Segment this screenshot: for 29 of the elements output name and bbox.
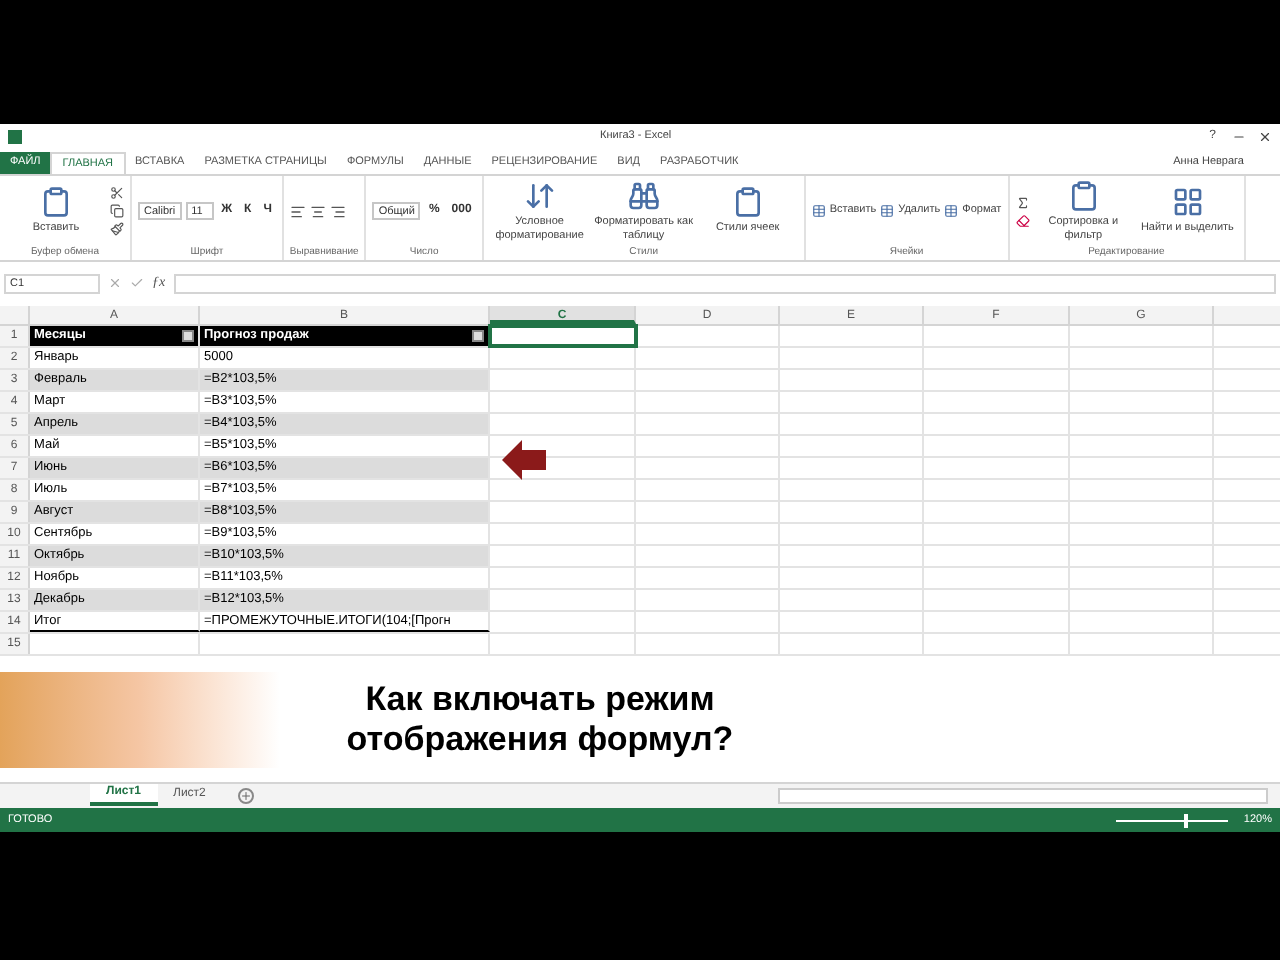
table-icon <box>880 204 895 218</box>
ribbon-button-icon <box>731 186 764 218</box>
align-center-icon[interactable] <box>309 203 326 219</box>
filter-dropdown-icon[interactable] <box>182 330 194 342</box>
align-right-icon[interactable] <box>329 203 346 219</box>
selected-cell[interactable] <box>490 326 636 346</box>
scissors-icon[interactable] <box>110 186 124 200</box>
horizontal-scrollbar[interactable] <box>778 788 1268 804</box>
filter-dropdown-icon[interactable] <box>472 330 484 342</box>
formula-field[interactable] <box>173 273 1276 293</box>
app-logo-icon <box>8 129 22 143</box>
check-icon[interactable] <box>130 276 144 290</box>
caption-text: Как включать режим отображения формул? <box>344 679 736 759</box>
align-left-icon[interactable] <box>289 203 306 219</box>
close-icon[interactable] <box>1258 129 1272 143</box>
paintbrush-icon[interactable] <box>110 222 124 236</box>
table-icon <box>944 204 959 218</box>
table-icon <box>811 204 826 218</box>
ribbon-button-icon <box>1171 186 1204 218</box>
zoom-slider-thumb[interactable] <box>1183 813 1188 827</box>
add-sheet-icon[interactable] <box>237 788 254 804</box>
copy-icon[interactable] <box>110 204 124 218</box>
left-arrow-icon <box>502 440 546 480</box>
eraser-icon[interactable] <box>1015 213 1030 227</box>
sigma-icon[interactable] <box>1015 195 1030 209</box>
ribbon-button-icon <box>1067 179 1100 211</box>
ribbon-button-icon <box>523 179 556 211</box>
ribbon-button-icon <box>40 186 72 218</box>
ribbon-button-icon <box>627 179 660 211</box>
